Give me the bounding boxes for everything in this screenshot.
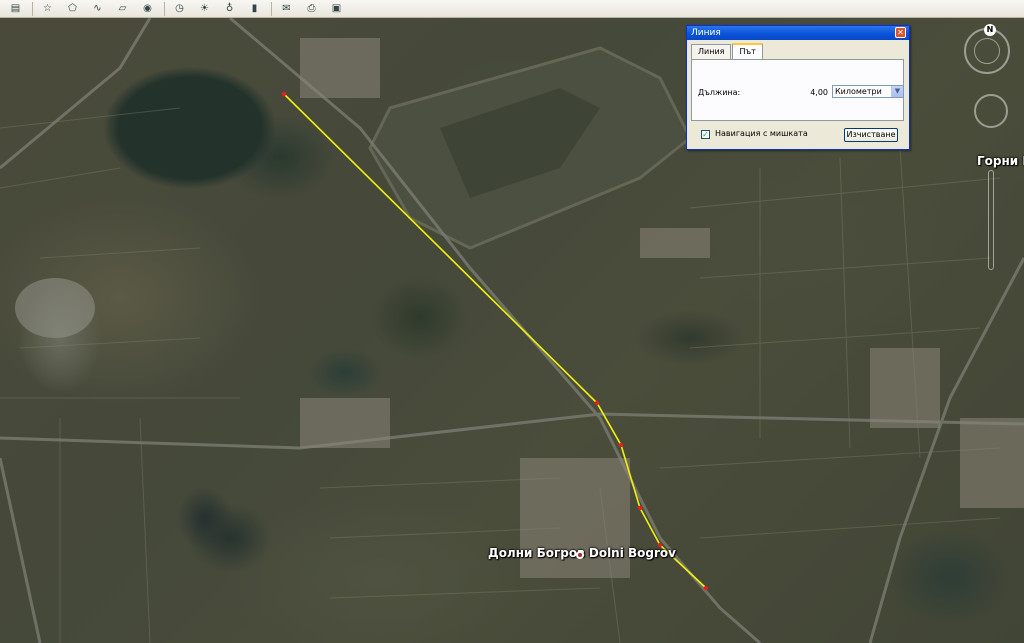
save-image-icon[interactable]: ▣ xyxy=(327,0,346,17)
place-label-gorni-bogrov[interactable]: Горни Б xyxy=(977,154,1024,168)
path-vertex[interactable] xyxy=(637,505,643,511)
chevron-down-icon[interactable]: ▼ xyxy=(891,86,903,97)
image-overlay-icon[interactable]: ▱ xyxy=(113,0,132,17)
print-icon[interactable]: ⎙ xyxy=(302,0,321,17)
path-vertex[interactable] xyxy=(618,442,624,448)
dialog-titlebar[interactable]: Линия ✕ xyxy=(687,26,909,40)
email-icon[interactable]: ✉ xyxy=(277,0,296,17)
move-joystick[interactable] xyxy=(974,94,1008,128)
sunlight-icon[interactable]: ☀ xyxy=(195,0,214,17)
dialog-tabs: Линия Път xyxy=(691,43,764,60)
tab-path[interactable]: Път xyxy=(732,43,763,60)
tab-panel: Дължина: 4,00 Километри ▼ xyxy=(691,59,904,121)
historical-imagery-icon[interactable]: ◷ xyxy=(170,0,189,17)
ruler-dialog: Линия ✕ Линия Път Дължина: 4,00 Километр… xyxy=(686,25,910,150)
clear-button[interactable]: Изчистване xyxy=(844,128,898,142)
place-marker-icon[interactable] xyxy=(576,551,584,559)
length-label: Дължина: xyxy=(698,88,741,97)
mouse-navigation-checkbox[interactable]: ✓ xyxy=(701,130,710,139)
tour-icon[interactable]: ◉ xyxy=(138,0,157,17)
close-icon[interactable]: ✕ xyxy=(895,27,906,38)
path-icon[interactable]: ∿ xyxy=(88,0,107,17)
north-indicator-icon[interactable]: N xyxy=(984,24,996,36)
path-vertex[interactable] xyxy=(703,585,709,591)
toolbar-separator xyxy=(32,1,33,16)
unit-select[interactable]: Километри ▼ xyxy=(832,85,904,98)
polygon-icon[interactable]: ⬠ xyxy=(63,0,82,17)
planets-icon[interactable]: ♁ xyxy=(220,0,239,17)
tab-line[interactable]: Линия xyxy=(691,44,732,59)
path-vertex[interactable] xyxy=(594,400,600,406)
toolbar-separator xyxy=(164,1,165,16)
placemark-icon[interactable]: ☆ xyxy=(38,0,57,17)
toolbar: ▤ ☆ ⬠ ∿ ▱ ◉ ◷ ☀ ♁ ▮ ✉ ⎙ ▣ xyxy=(0,0,1024,18)
sidebar-icon[interactable]: ▤ xyxy=(6,0,25,17)
unit-select-value: Километри xyxy=(835,87,882,96)
look-joystick[interactable] xyxy=(974,38,1000,64)
toolbar-separator xyxy=(271,1,272,16)
length-value: 4,00 xyxy=(810,88,828,97)
mouse-navigation-label: Навигация с мишката xyxy=(715,129,808,138)
ruler-icon[interactable]: ▮ xyxy=(245,0,264,17)
zoom-slider[interactable] xyxy=(988,170,994,270)
path-vertex[interactable] xyxy=(281,91,287,97)
dialog-title: Линия xyxy=(691,28,721,38)
